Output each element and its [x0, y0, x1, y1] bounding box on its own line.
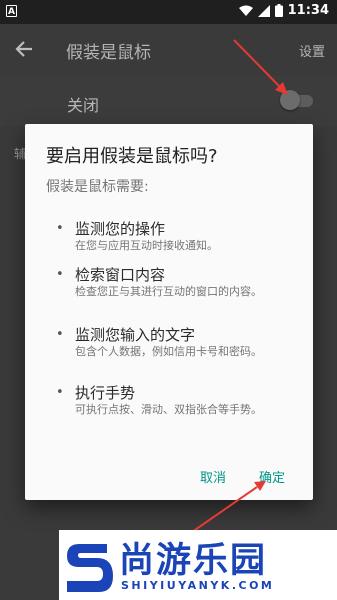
dialog-title: 要启用假装是鼠标吗?: [46, 146, 218, 167]
app-notification-icon: A: [6, 5, 17, 17]
brand-logo-icon: [67, 544, 113, 592]
bullet: •: [56, 267, 64, 282]
permission-dialog: 要启用假装是鼠标吗? 假装是鼠标需要: • 监测您的操作 在您与应用互动时接收通…: [25, 124, 313, 500]
watermark: 尚游乐园 SHIYIUYANYK.COM: [59, 530, 337, 600]
permission-desc: 检查您正与其进行互动的窗口的内容。: [75, 285, 262, 298]
dialog-subtitle: 假装是鼠标需要:: [46, 179, 149, 195]
status-bar: A 11:34: [0, 0, 337, 24]
cancel-button[interactable]: 取消: [200, 467, 226, 486]
confirm-button[interactable]: 确定: [259, 467, 285, 486]
status-time: 11:34: [287, 3, 329, 18]
app-bar: 假装是鼠标 设置: [0, 24, 337, 76]
switch-label: 关闭: [67, 96, 100, 115]
permission-title: 监测您输入的文字: [75, 326, 196, 344]
permission-title: 执行手势: [75, 384, 136, 402]
bullet: •: [56, 327, 64, 342]
wifi-icon: [238, 5, 253, 16]
bullet: •: [56, 221, 64, 236]
bullet: •: [56, 385, 64, 400]
permission-desc: 可执行点按、滑动、双指张合等手势。: [75, 403, 262, 416]
watermark-brand: 尚游乐园: [119, 541, 268, 581]
permission-desc: 包含个人数据，例如信用卡号和密码。: [75, 345, 262, 358]
permission-title: 监测您的操作: [75, 220, 166, 238]
settings-button[interactable]: 设置: [299, 41, 325, 60]
watermark-domain: SHIYIUYANYK.COM: [121, 579, 275, 592]
back-arrow-icon[interactable]: [14, 39, 34, 59]
service-switch-row[interactable]: 关闭: [0, 76, 337, 126]
signal-icon: [257, 4, 270, 17]
battery-icon: [274, 4, 283, 17]
permission-title: 检索窗口内容: [75, 266, 166, 284]
permission-desc: 在您与应用互动时接收通知。: [75, 239, 218, 252]
toggle-switch[interactable]: [280, 90, 300, 110]
page-title: 假装是鼠标: [66, 43, 151, 63]
